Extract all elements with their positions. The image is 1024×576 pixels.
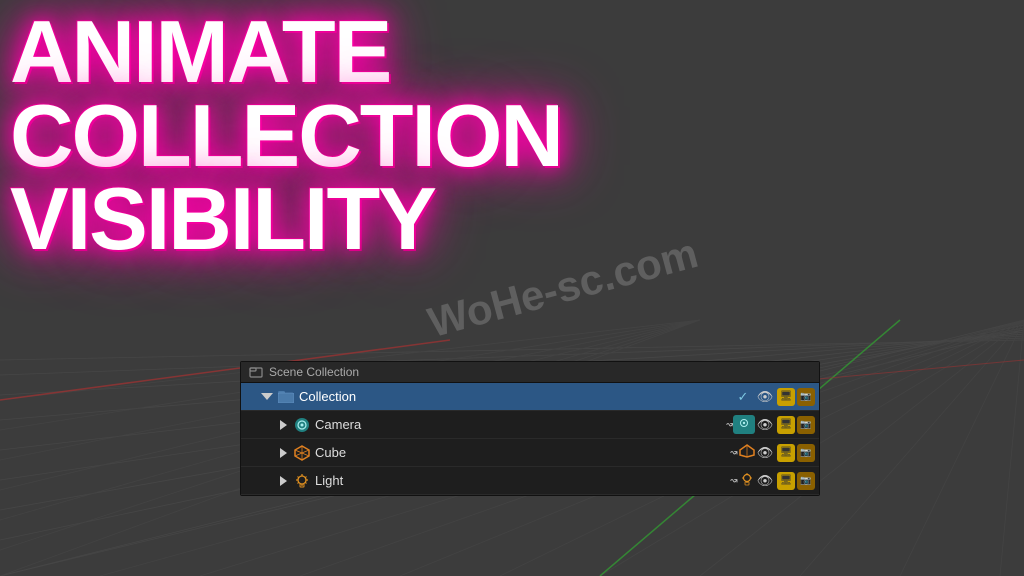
outliner-row-cube[interactable]: Cube ↝ 👁 🖥 📷 [241,439,819,467]
triangle-collection[interactable] [261,391,273,403]
collection-label: Collection [299,389,733,404]
camera-monitor-icon[interactable]: 🖥 [777,416,795,434]
outliner-row-light[interactable]: Light ↝ 👁 🖥 📷 [241,467,819,495]
scene-collection-icon [249,365,263,379]
light-anim-group: ↝ [730,472,755,489]
light-eye-icon[interactable]: 👁 [755,471,775,491]
camera-actions: 👁 🖥 📷 [755,415,815,435]
camera-obj-icon [293,416,311,434]
folder-svg [278,390,294,403]
cube-anim-arrows: ↝ [730,445,738,461]
scene-collection-label: Scene Collection [269,365,359,379]
collection-camera-icon[interactable]: 📷 [797,388,815,406]
triangle-light[interactable] [277,475,289,487]
outliner-row-camera[interactable]: Camera ↝ 👁 🖥 📷 [241,411,819,439]
cube-svg [294,445,310,461]
camera-render-icon[interactable]: 📷 [797,416,815,434]
cube-anim-group: ↝ [730,444,755,461]
collection-actions: ✓ 👁 🖥 📷 [733,387,815,407]
light-obj-icon [293,472,311,490]
light-svg [294,473,310,489]
cube-anim-badge [739,444,755,461]
light-actions: 👁 🖥 📷 [755,471,815,491]
light-anim-badge [739,472,755,489]
camera-anim-group: ↝ [726,415,755,434]
cube-monitor-icon[interactable]: 🖥 [777,444,795,462]
collection-eye-icon[interactable]: 👁 [755,387,775,407]
triangle-camera[interactable] [277,419,289,431]
cube-obj-icon [293,444,311,462]
camera-label: Camera [315,417,722,432]
triangle-cube[interactable] [277,447,289,459]
cube-actions: 👁 🖥 📷 [755,443,815,463]
outliner-panel: Scene Collection Collection ✓ 👁 🖥 [240,361,820,496]
collection-folder-icon [277,388,295,406]
cube-eye-icon[interactable]: 👁 [755,443,775,463]
camera-anim-badge [733,415,755,434]
cube-label: Cube [315,445,726,460]
collection-monitor-icon[interactable]: 🖥 [777,388,795,406]
outliner-row-collection[interactable]: Collection ✓ 👁 🖥 📷 [241,383,819,411]
scene-collection-row: Scene Collection [241,362,819,383]
camera-svg [294,417,310,433]
cube-render-icon[interactable]: 📷 [797,444,815,462]
light-label: Light [315,473,726,488]
light-monitor-icon[interactable]: 🖥 [777,472,795,490]
light-anim-arrows: ↝ [730,473,738,489]
camera-eye-icon[interactable]: 👁 [755,415,775,435]
camera-anim-arrows: ↝ [726,417,732,433]
light-render-icon[interactable]: 📷 [797,472,815,490]
collection-checkbox-icon[interactable]: ✓ [733,387,753,407]
